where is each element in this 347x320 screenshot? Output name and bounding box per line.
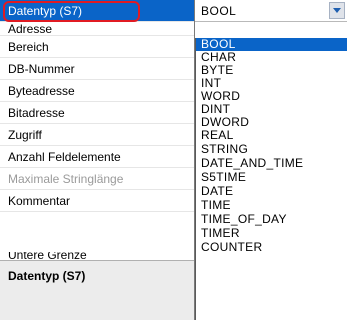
property-row-bereich[interactable]: Bereich <box>0 36 194 58</box>
property-row-anzahl-feldelemente[interactable]: Anzahl Feldelemente <box>0 146 194 168</box>
property-label: Bitadresse <box>8 106 65 120</box>
description-pane: Datentyp (S7) <box>0 260 194 320</box>
property-row-adresse[interactable]: Adresse <box>0 22 194 36</box>
description-title: Datentyp (S7) <box>8 269 86 283</box>
property-label: Byteadresse <box>8 84 75 98</box>
dropdown-option-date-and-time[interactable]: DATE_AND_TIME <box>196 157 347 170</box>
dropdown-option-counter[interactable]: COUNTER <box>196 241 347 254</box>
property-label: Kommentar <box>8 194 71 208</box>
combobox-value: BOOL <box>201 4 237 18</box>
property-row-zugriff[interactable]: Zugriff <box>0 124 194 146</box>
dropdown-option-timer[interactable]: TIMER <box>196 227 347 240</box>
dropdown-button[interactable] <box>329 2 345 19</box>
property-row-untere-grenze[interactable]: Untere Grenze <box>0 252 194 260</box>
dropdown-option-time[interactable]: TIME <box>196 199 347 212</box>
red-highlight-marker <box>3 1 140 22</box>
property-label: Bereich <box>8 40 49 54</box>
property-label: Anzahl Feldelemente <box>8 150 121 164</box>
property-row-kommentar[interactable]: Kommentar <box>0 190 194 212</box>
property-row-bitadresse[interactable]: Bitadresse <box>0 102 194 124</box>
dropdown-option-string[interactable]: STRING <box>196 143 347 156</box>
property-label: Maximale Stringlänge <box>8 172 124 186</box>
dropdown-option-time-of-day[interactable]: TIME_OF_DAY <box>196 213 347 226</box>
property-label: DB-Nummer <box>8 62 75 76</box>
property-label: Untere Grenze <box>8 252 87 260</box>
dropdown-option-real[interactable]: REAL <box>196 129 347 142</box>
chevron-down-icon <box>333 8 341 13</box>
property-label: Adresse <box>8 22 53 36</box>
datatype-combobox[interactable]: BOOL <box>195 0 347 22</box>
property-grid: Datentyp (S7) Adresse Bereich DB-Nummer … <box>0 0 194 260</box>
dropdown-option-date[interactable]: DATE <box>196 185 347 198</box>
property-row-byteadresse[interactable]: Byteadresse <box>0 80 194 102</box>
property-label: Zugriff <box>8 128 42 142</box>
property-panel: Datentyp (S7) Adresse Bereich DB-Nummer … <box>0 0 347 320</box>
property-row-db-nummer[interactable]: DB-Nummer <box>0 58 194 80</box>
dropdown-option-s5time[interactable]: S5TIME <box>196 171 347 184</box>
datatype-dropdown-list[interactable]: BOOL CHAR BYTE INT WORD DINT DWORD REAL … <box>195 38 347 320</box>
property-row-maximale-stringlaenge[interactable]: Maximale Stringlänge <box>0 168 194 190</box>
